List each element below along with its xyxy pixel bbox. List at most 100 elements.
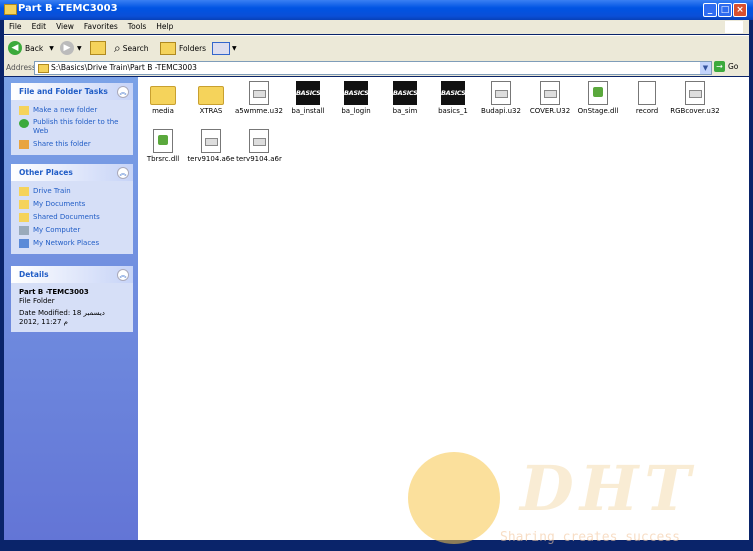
search-button[interactable]: ⌕ Search (114, 39, 149, 57)
file-item[interactable]: a5wmme.u32 (234, 81, 284, 115)
folder-icon (38, 64, 49, 73)
documents-folder-icon (19, 200, 29, 209)
search-label: Search (122, 43, 149, 53)
network-icon (19, 239, 29, 248)
document-icon (540, 81, 560, 105)
document-icon (249, 81, 269, 105)
file-item[interactable]: BASICS ba_sim (380, 81, 430, 115)
file-item[interactable]: BASICS ba_install (283, 81, 333, 115)
address-dropdown-icon[interactable]: ▼ (700, 62, 711, 74)
folder-icon (19, 187, 29, 196)
collapse-chevron-icon[interactable]: ︽ (117, 86, 129, 98)
task-publish-web[interactable]: Publish this folder to the Web (11, 117, 133, 138)
place-my-computer[interactable]: My Computer (11, 224, 133, 237)
menu-file[interactable]: File (4, 20, 27, 34)
panel-header[interactable]: Other Places ︽ (11, 164, 133, 181)
collapse-chevron-icon[interactable]: ︽ (117, 269, 129, 281)
file-item[interactable]: terv9104.a6e (186, 129, 236, 163)
panel-header[interactable]: File and Folder Tasks ︽ (11, 83, 133, 100)
file-item[interactable]: COVER.U32 (525, 81, 575, 115)
place-label: Shared Documents (33, 213, 100, 221)
details-name: Part B -TEMC3003 (19, 288, 89, 296)
file-item[interactable]: RGBcover.u32 (670, 81, 720, 115)
go-arrow-icon: → (714, 61, 725, 72)
file-item[interactable]: BASICS basics_1 (428, 81, 478, 115)
place-my-documents[interactable]: My Documents (11, 198, 133, 211)
windows-logo-icon (725, 21, 743, 33)
folder-icon (198, 86, 224, 105)
menu-bar: File Edit View Favorites Tools Help (4, 20, 749, 34)
maximize-button[interactable]: □ (718, 3, 732, 17)
collapse-chevron-icon[interactable]: ︽ (117, 167, 129, 179)
up-folder-button[interactable] (90, 39, 106, 57)
file-name: record (635, 107, 659, 115)
panel-header[interactable]: Details ︽ (11, 266, 133, 283)
file-name: Budapi.u32 (481, 107, 521, 115)
dll-icon (588, 81, 608, 105)
file-name: a5wmme.u32 (235, 107, 283, 115)
menu-edit[interactable]: Edit (27, 20, 52, 34)
menu-help[interactable]: Help (151, 20, 178, 34)
place-label: My Network Places (33, 239, 100, 247)
place-shared-documents[interactable]: Shared Documents (11, 211, 133, 224)
document-icon (685, 81, 705, 105)
search-icon: ⌕ (114, 40, 121, 55)
go-button[interactable]: → Go (714, 61, 738, 72)
file-item[interactable]: Tbrsrc.dll (138, 129, 188, 163)
back-button[interactable]: ◀ Back ▼ (8, 39, 54, 57)
views-icon (212, 41, 230, 55)
file-name: Tbrsrc.dll (146, 155, 180, 163)
close-button[interactable]: × (733, 3, 747, 17)
file-name: RGBcover.u32 (670, 107, 720, 115)
views-button[interactable]: ▼ (212, 39, 237, 57)
details-modified-1: Date Modified: 18 ديسمبر (19, 309, 105, 317)
file-item[interactable]: Budapi.u32 (476, 81, 526, 115)
dropdown-arrow-icon[interactable]: ▼ (77, 45, 82, 52)
forward-arrow-icon: ▶ (60, 41, 74, 55)
folders-button[interactable]: Folders (160, 39, 206, 57)
file-item[interactable]: record (622, 81, 672, 115)
menu-favorites[interactable]: Favorites (79, 20, 123, 34)
menu-tools[interactable]: Tools (123, 20, 151, 34)
basics-icon: BASICS (441, 81, 466, 105)
watermark-tagline: Sharing creates success (500, 530, 681, 545)
basics-icon: BASICS (344, 81, 369, 105)
dropdown-arrow-icon[interactable]: ▼ (49, 45, 54, 52)
place-label: My Documents (33, 200, 86, 208)
minimize-button[interactable]: _ (703, 3, 717, 17)
dropdown-arrow-icon[interactable]: ▼ (232, 45, 237, 52)
task-new-folder[interactable]: Make a new folder (11, 104, 133, 117)
title-bar[interactable]: Part B -TEMC3003 _ □ × (0, 0, 753, 20)
file-item[interactable]: BASICS ba_login (331, 81, 381, 115)
file-item[interactable]: media (138, 81, 188, 115)
address-bar: Address S:\Basics\Drive Train\Part B -TE… (4, 60, 749, 76)
file-item[interactable]: XTRAS (186, 81, 236, 115)
basics-icon: BASICS (296, 81, 321, 105)
place-my-network[interactable]: My Network Places (11, 237, 133, 250)
folders-label: Folders (179, 43, 207, 53)
place-drive-train[interactable]: Drive Train (11, 185, 133, 198)
shared-folder-icon (19, 213, 29, 222)
file-name: terv9104.a6e (187, 155, 235, 163)
file-item[interactable]: OnStage.dll (573, 81, 623, 115)
address-label: Address (6, 63, 36, 72)
task-share-folder[interactable]: Share this folder (11, 138, 133, 151)
other-places-panel: Other Places ︽ Drive Train My Documents … (11, 164, 133, 254)
details-panel: Details ︽ Part B -TEMC3003 File Folder D… (11, 266, 133, 332)
details-type: File Folder (19, 297, 55, 305)
back-label: Back (25, 43, 44, 53)
file-folder-tasks-panel: File and Folder Tasks ︽ Make a new folde… (11, 83, 133, 155)
folder-icon (150, 86, 176, 105)
window-title: Part B -TEMC3003 (18, 3, 118, 14)
file-name: media (152, 107, 174, 115)
folders-icon (160, 41, 176, 55)
file-item[interactable]: terv9104.a6r (234, 129, 284, 163)
task-label: Make a new folder (33, 106, 98, 114)
forward-button[interactable]: ▶ ▼ (60, 39, 82, 57)
panel-title: File and Folder Tasks (19, 87, 108, 96)
notepad-icon (638, 81, 656, 105)
task-pane: File and Folder Tasks ︽ Make a new folde… (4, 77, 138, 540)
menu-view[interactable]: View (51, 20, 79, 34)
document-icon (491, 81, 511, 105)
address-input[interactable]: S:\Basics\Drive Train\Part B -TEMC3003 ▼ (34, 61, 712, 75)
